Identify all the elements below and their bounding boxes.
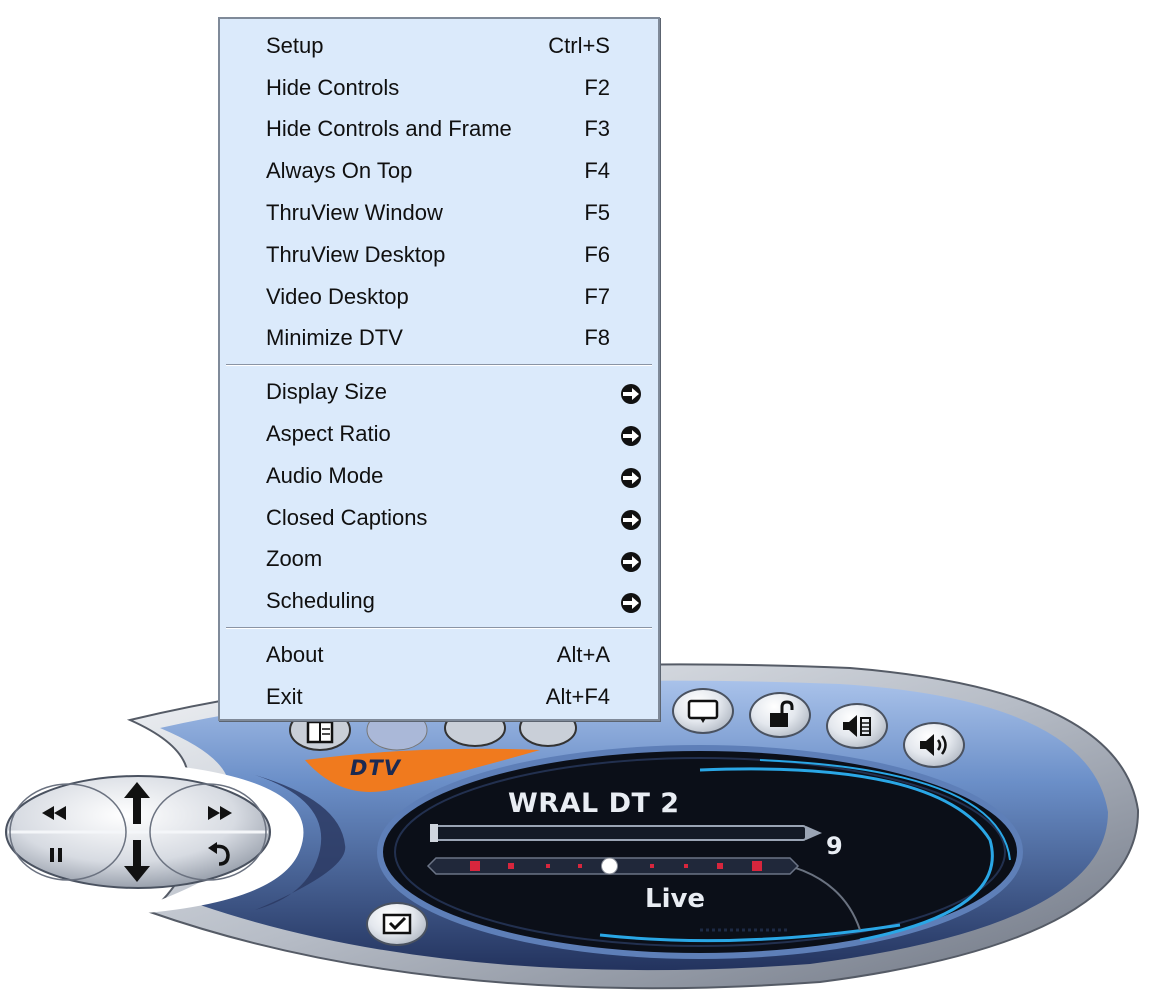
- fast-forward-button[interactable]: [196, 798, 244, 828]
- menu-item-label: Setup: [266, 32, 324, 58]
- menu-item-label: Zoom: [266, 546, 323, 572]
- submenu-arrow-icon: [621, 593, 641, 614]
- menu-item-label: Closed Captions: [266, 504, 428, 530]
- menu-item-scheduling[interactable]: Scheduling: [220, 580, 658, 622]
- menu-separator: [226, 364, 652, 367]
- menu-item-label: About: [266, 642, 324, 668]
- menu-item-always-on-top[interactable]: Always On Top F4: [220, 150, 658, 192]
- submenu-arrow-icon: [621, 551, 641, 572]
- audio-channel-icon: [843, 715, 871, 737]
- context-menu: Setup Ctrl+S Hide Controls F2 Hide Controls …: [218, 17, 660, 721]
- menu-item-shortcut: F2: [584, 74, 610, 100]
- menu-item-label: Hide Controls and Frame: [266, 116, 512, 142]
- menu-separator: [226, 627, 652, 630]
- return-button[interactable]: [200, 838, 240, 872]
- channel-name: WRAL DT 2: [508, 788, 680, 819]
- menu-item-setup[interactable]: Setup Ctrl+S: [220, 25, 658, 67]
- pause-button[interactable]: [36, 840, 76, 870]
- dtv-logo: DTV: [350, 756, 402, 780]
- menu-item-shortcut: F7: [584, 283, 610, 309]
- menu-item-minimize-dtv[interactable]: Minimize DTV F8: [220, 318, 658, 360]
- menu-item-about[interactable]: About Alt+A: [220, 634, 658, 676]
- menu-item-hide-controls[interactable]: Hide Controls F2: [220, 67, 658, 109]
- menu-item-display-size[interactable]: Display Size: [220, 371, 658, 413]
- display-button[interactable]: [672, 688, 734, 734]
- return-icon: [208, 842, 230, 866]
- menu-item-closed-captions[interactable]: Closed Captions: [220, 497, 658, 539]
- submenu-arrow-icon: [621, 467, 641, 488]
- menu-item-label: ThruView Window: [266, 200, 443, 226]
- channel-number: 9: [826, 832, 843, 860]
- menu-item-shortcut: F3: [584, 116, 610, 142]
- menu-item-aspect-ratio[interactable]: Aspect Ratio: [220, 413, 658, 455]
- checkmark-icon: [382, 913, 412, 935]
- submenu-arrow-icon: [621, 384, 641, 405]
- volume-icon: [920, 734, 947, 756]
- channel-down-icon: [124, 840, 150, 882]
- guide-icon: [306, 720, 334, 744]
- channel-up-icon: [124, 782, 150, 824]
- menu-item-label: Hide Controls: [266, 74, 400, 100]
- volume-button[interactable]: [903, 722, 965, 768]
- menu-item-label: Audio Mode: [266, 462, 384, 488]
- menu-item-audio-mode[interactable]: Audio Mode: [220, 455, 658, 497]
- menu-item-shortcut: F8: [584, 325, 610, 351]
- menu-item-thruview-desktop[interactable]: ThruView Desktop F6: [220, 234, 658, 276]
- guide-button[interactable]: [300, 718, 340, 744]
- checkmark-button[interactable]: [366, 902, 428, 946]
- rewind-button[interactable]: [30, 798, 78, 828]
- lock-icon: [770, 700, 794, 727]
- display-icon: [687, 699, 719, 723]
- rewind-icon: [42, 806, 66, 820]
- submenu-arrow-icon: [621, 509, 641, 530]
- menu-item-hide-controls-and-frame[interactable]: Hide Controls and Frame F3: [220, 109, 658, 151]
- menu-item-label: Video Desktop: [266, 283, 409, 309]
- menu-item-shortcut: Alt+A: [556, 642, 610, 668]
- menu-group-app: About Alt+A Exit Alt+F4: [220, 634, 658, 718]
- menu-item-video-desktop[interactable]: Video Desktop F7: [220, 276, 658, 318]
- fast-forward-icon: [208, 806, 232, 820]
- menu-item-shortcut: F5: [584, 200, 610, 226]
- audio-channel-button[interactable]: [826, 703, 888, 749]
- menu-item-zoom[interactable]: Zoom: [220, 539, 658, 581]
- menu-item-label: Minimize DTV: [266, 325, 403, 351]
- seek-track[interactable]: [426, 857, 800, 875]
- menu-item-label: Aspect Ratio: [266, 421, 391, 447]
- menu-item-shortcut: Alt+F4: [545, 683, 610, 709]
- seek-handle[interactable]: [601, 857, 618, 875]
- menu-item-shortcut: F4: [584, 158, 610, 184]
- dtv-application: DTV WRAL DT 2 9 Live Setup Ctrl+S Hide C…: [0, 0, 1169, 1006]
- menu-item-exit[interactable]: Exit Alt+F4: [220, 676, 658, 718]
- menu-item-label: ThruView Desktop: [266, 241, 446, 267]
- pause-icon: [50, 848, 62, 862]
- menu-group-submenus: Display Size Aspect Ratio Audio Mode Closed…: [220, 371, 658, 622]
- channel-up-button[interactable]: [112, 780, 162, 828]
- live-status: Live: [645, 884, 706, 914]
- submenu-arrow-icon: [621, 426, 641, 447]
- menu-item-label: Always On Top: [266, 158, 413, 184]
- menu-group-window: Setup Ctrl+S Hide Controls F2 Hide Controls …: [220, 25, 658, 359]
- lock-button[interactable]: [749, 692, 811, 738]
- menu-item-label: Exit: [266, 683, 303, 709]
- menu-item-shortcut: Ctrl+S: [548, 32, 610, 58]
- channel-down-button[interactable]: [112, 836, 162, 886]
- menu-item-label: Display Size: [266, 379, 388, 405]
- menu-item-shortcut: F6: [584, 241, 610, 267]
- menu-item-label: Scheduling: [266, 588, 375, 614]
- menu-item-thruview-window[interactable]: ThruView Window F5: [220, 192, 658, 234]
